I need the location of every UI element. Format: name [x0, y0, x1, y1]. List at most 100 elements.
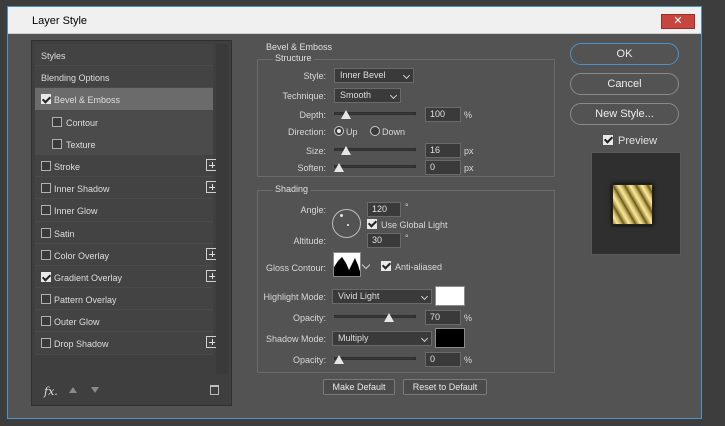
size-unit: px: [464, 146, 474, 156]
highlight-opacity-input[interactable]: 70: [425, 310, 461, 325]
styles-panel: Styles Blending Options Bevel & Emboss Co…: [31, 40, 232, 406]
close-button[interactable]: ✕: [661, 14, 695, 29]
new-style-button[interactable]: New Style...: [570, 103, 679, 125]
highlight-opacity-thumb[interactable]: [384, 313, 395, 322]
soften-label: Soften:: [297, 163, 326, 173]
style-select[interactable]: Inner Bevel: [334, 68, 414, 83]
blending-options-item[interactable]: Blending Options: [35, 66, 213, 89]
style-item-outer-glow[interactable]: Outer Glow: [35, 310, 213, 333]
style-item-checkbox[interactable]: [41, 183, 51, 194]
chevron-down-icon: [420, 292, 429, 301]
style-item-checkbox[interactable]: [41, 205, 51, 216]
move-up-icon[interactable]: [69, 387, 77, 393]
style-item-stroke[interactable]: Stroke: [35, 154, 218, 178]
angle-dial[interactable]: [332, 209, 361, 238]
preview-checkbox[interactable]: [603, 135, 613, 145]
styles-scrollbar[interactable]: [216, 44, 228, 374]
highlight-opacity-label: Opacity:: [292, 313, 326, 323]
style-item-contour[interactable]: Contour: [35, 110, 213, 133]
style-item-checkbox[interactable]: [41, 294, 51, 305]
style-item-checkbox[interactable]: [41, 94, 51, 105]
size-slider-thumb[interactable]: [341, 146, 352, 155]
shadow-color-swatch[interactable]: [435, 328, 465, 348]
bevel-title: Bevel & Emboss: [266, 42, 333, 52]
style-item-inner-shadow[interactable]: Inner Shadow: [35, 177, 218, 200]
shadow-opacity-unit: %: [464, 355, 473, 365]
style-item-label: Gradient Overlay: [54, 272, 123, 283]
style-item-checkbox[interactable]: [41, 249, 51, 260]
style-item-gradient-overlay[interactable]: Gradient Overlay: [35, 265, 218, 289]
highlight-opacity-unit: %: [464, 313, 473, 323]
styles-list: Styles Blending Options Bevel & Emboss Co…: [35, 44, 218, 355]
anti-aliased-checkbox[interactable]: [381, 261, 391, 271]
cancel-button[interactable]: Cancel: [570, 73, 679, 95]
preview-box: [591, 152, 681, 255]
style-label: Style:: [303, 71, 326, 81]
direction-down-radio[interactable]: [370, 126, 380, 136]
style-item-checkbox[interactable]: [52, 138, 62, 149]
highlight-color-swatch[interactable]: [435, 286, 465, 306]
soften-slider-thumb[interactable]: [334, 163, 344, 172]
styles-header[interactable]: Styles: [35, 44, 213, 67]
anti-aliased-label: Anti-aliased: [395, 262, 443, 272]
highlight-mode-select[interactable]: Vivid Light: [332, 289, 432, 304]
gloss-contour-icon: [334, 257, 360, 276]
global-light-checkbox[interactable]: [367, 219, 377, 229]
depth-slider-thumb[interactable]: [341, 110, 352, 119]
depth-input[interactable]: 100: [425, 107, 461, 122]
angle-label: Angle:: [300, 205, 326, 215]
trash-icon[interactable]: [210, 385, 219, 395]
style-item-satin[interactable]: Satin: [35, 221, 213, 244]
blending-options-label: Blending Options: [41, 73, 110, 84]
angle-dial-dot: [340, 214, 343, 217]
style-item-label: Texture: [66, 139, 96, 150]
preview-label: Preview: [618, 135, 658, 147]
technique-select[interactable]: Smooth: [334, 88, 401, 103]
style-item-checkbox[interactable]: [41, 271, 51, 282]
size-input[interactable]: 16: [425, 143, 461, 158]
style-item-checkbox[interactable]: [41, 316, 51, 327]
ok-button[interactable]: OK: [570, 43, 679, 65]
size-slider[interactable]: [334, 144, 416, 156]
style-item-label: Satin: [54, 228, 75, 239]
soften-input[interactable]: 0: [425, 160, 461, 175]
fx-icon[interactable]: fx.: [44, 385, 58, 398]
style-item-label: Inner Shadow: [54, 184, 110, 195]
make-default-button[interactable]: Make Default: [323, 379, 395, 395]
depth-slider[interactable]: [334, 108, 416, 120]
style-item-label: Pattern Overlay: [54, 295, 117, 306]
styles-footer: fx.: [32, 377, 231, 405]
style-item-bevel-emboss[interactable]: Bevel & Emboss: [35, 88, 213, 111]
style-item-pattern-overlay[interactable]: Pattern Overlay: [35, 288, 213, 311]
gloss-contour-label: Gloss Contour:: [265, 263, 326, 273]
style-item-texture[interactable]: Texture: [35, 132, 213, 155]
style-item-drop-shadow[interactable]: Drop Shadow: [35, 332, 218, 355]
style-item-checkbox[interactable]: [41, 160, 51, 171]
style-item-checkbox[interactable]: [41, 338, 51, 349]
altitude-input[interactable]: 30: [367, 233, 401, 248]
highlight-opacity-slider[interactable]: [334, 311, 416, 323]
soften-slider[interactable]: [334, 161, 416, 173]
preview-thumbnail: [612, 184, 653, 225]
angle-input[interactable]: 120: [367, 202, 401, 217]
style-item-color-overlay[interactable]: Color Overlay: [35, 243, 218, 266]
direction-down-label: Down: [382, 127, 406, 137]
style-item-checkbox[interactable]: [52, 116, 62, 127]
reset-default-button[interactable]: Reset to Default: [403, 379, 487, 395]
style-item-label: Inner Glow: [54, 206, 98, 217]
shadow-opacity-thumb[interactable]: [334, 355, 344, 364]
gloss-contour-preview[interactable]: [333, 252, 361, 277]
style-item-label: Contour: [66, 117, 99, 128]
depth-label: Depth:: [299, 110, 326, 120]
style-item-inner-glow[interactable]: Inner Glow: [35, 199, 213, 222]
shadow-opacity-slider[interactable]: [334, 353, 416, 365]
technique-label: Technique:: [282, 91, 326, 101]
shading-title: Shading: [273, 184, 311, 194]
direction-up-radio[interactable]: [334, 126, 344, 136]
style-item-label: Bevel & Emboss: [54, 95, 121, 106]
chevron-down-icon: [402, 71, 411, 80]
style-item-checkbox[interactable]: [41, 227, 51, 238]
shadow-mode-select[interactable]: Multiply: [332, 331, 432, 346]
shadow-opacity-input[interactable]: 0: [425, 352, 461, 367]
move-down-icon[interactable]: [91, 387, 99, 393]
